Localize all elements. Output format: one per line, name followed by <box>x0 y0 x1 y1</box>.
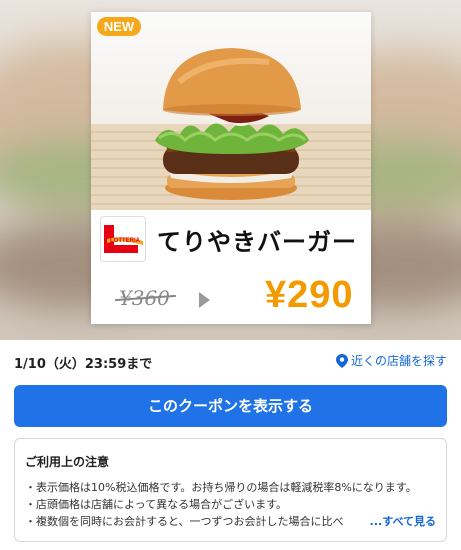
brand-logo: LOTTERIA <box>100 216 146 262</box>
notes-title: ご利用上の注意 <box>25 455 110 469</box>
nearby-stores-label: 近くの店舗を探す <box>350 354 447 368</box>
nearby-stores-link[interactable]: 近くの店舗を探す <box>335 352 447 369</box>
show-coupon-button[interactable]: このクーポンを表示する <box>14 385 447 427</box>
coupon-card: NEW LOTTERIA てりやきバーガー ¥360 ¥290 <box>91 12 371 324</box>
note-item: 複数個を同時にお会計すると、一つずつお会計した場合に比べ <box>25 513 355 530</box>
original-price: ¥360 <box>119 286 170 310</box>
note-item: 店頭価格は店舗によって異なる場合がございます。 <box>25 496 443 513</box>
brand-logo-text: LOTTERIA <box>110 238 141 244</box>
usage-notes: ご利用上の注意 表示価格は10%税込価格です。お持ち帰りの場合は軽減税率8%にな… <box>14 438 447 542</box>
arrow-right-icon <box>199 292 210 308</box>
expiry-date: 1/10（火）23:59まで <box>14 357 153 372</box>
map-pin-icon <box>335 353 348 368</box>
product-photo: NEW <box>91 12 371 210</box>
new-badge: NEW <box>97 17 141 36</box>
note-item: 表示価格は10%税込価格です。お持ち帰りの場合は軽減税率8%になります。 <box>25 479 443 496</box>
coupon-price: ¥290 <box>265 274 354 316</box>
burger-image <box>155 48 309 200</box>
see-all-link[interactable]: ...すべて見る <box>370 513 436 529</box>
product-name: てりやきバーガー <box>157 229 357 256</box>
